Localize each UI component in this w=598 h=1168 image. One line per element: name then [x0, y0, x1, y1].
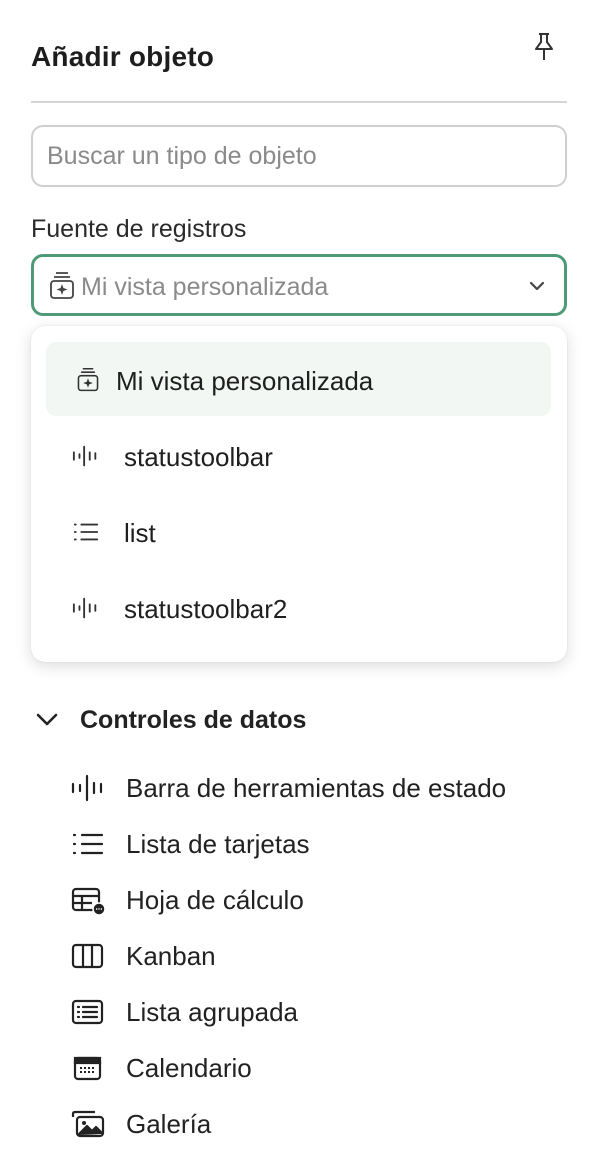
data-control-label: Lista de tarjetas — [126, 829, 310, 859]
pin-icon[interactable] — [533, 32, 555, 62]
data-control-gallery[interactable]: Galería — [70, 1101, 567, 1145]
data-control-label: Calendario — [126, 1053, 252, 1083]
records-source-label: Fuente de registros — [31, 215, 247, 243]
data-control-grouped-list[interactable]: Lista agrupada — [70, 989, 567, 1033]
dropdown-option-statustoolbar[interactable]: statustoolbar — [46, 418, 551, 492]
spreadsheet-icon — [71, 887, 106, 915]
dropdown-option-list[interactable]: list — [46, 494, 551, 568]
option-label: statustoolbar2 — [124, 594, 288, 624]
data-control-card-list[interactable]: Lista de tarjetas — [70, 821, 567, 865]
dropdown-option-statustoolbar2[interactable]: statustoolbar2 — [46, 570, 551, 644]
header-divider — [31, 101, 567, 103]
data-control-label: Barra de herramientas de estado — [126, 773, 507, 803]
data-control-label: Lista agrupada — [126, 997, 299, 1027]
search-input[interactable] — [33, 127, 565, 185]
data-control-spreadsheet[interactable]: Hoja de cálculo — [70, 877, 567, 921]
panel-header: Añadir objeto — [31, 28, 567, 88]
records-source-dropdown: Mi vista personalizada statustoolbar lis… — [31, 326, 567, 662]
option-label: list — [124, 518, 156, 548]
custom-view-icon — [77, 367, 99, 392]
records-source-select[interactable]: Mi vista personalizada — [31, 254, 567, 316]
search-field[interactable] — [31, 125, 567, 187]
kanban-icon — [71, 943, 104, 969]
data-control-status-toolbar[interactable]: Barra de herramientas de estado — [70, 765, 567, 809]
data-control-label: Hoja de cálculo — [126, 885, 304, 915]
status-toolbar-icon — [72, 445, 97, 467]
option-label: statustoolbar — [124, 442, 273, 472]
status-toolbar-icon — [71, 774, 103, 802]
status-toolbar-icon — [72, 597, 97, 619]
data-control-calendar[interactable]: Calendario — [70, 1045, 567, 1089]
chevron-down-icon — [36, 713, 58, 726]
data-control-label: Kanban — [126, 941, 216, 971]
list-icon — [73, 523, 99, 541]
select-value: Mi vista personalizada — [81, 273, 329, 301]
chevron-down-icon — [529, 281, 545, 291]
data-control-kanban[interactable]: Kanban — [70, 933, 567, 977]
data-controls-title: Controles de datos — [80, 706, 307, 734]
data-control-label: Galería — [126, 1109, 212, 1139]
grouped-list-icon — [71, 999, 104, 1025]
panel-title: Añadir objeto — [31, 41, 215, 72]
list-icon — [72, 833, 104, 855]
data-controls-section-toggle[interactable]: Controles de datos — [35, 700, 567, 740]
calendar-icon — [73, 1056, 102, 1081]
add-object-panel: Añadir objeto Fuente de registros Mi vis… — [0, 0, 598, 1168]
dropdown-option-custom-view[interactable]: Mi vista personalizada — [46, 342, 551, 416]
custom-view-icon — [50, 272, 74, 299]
option-label: Mi vista personalizada — [116, 366, 374, 396]
gallery-icon — [71, 1110, 105, 1138]
